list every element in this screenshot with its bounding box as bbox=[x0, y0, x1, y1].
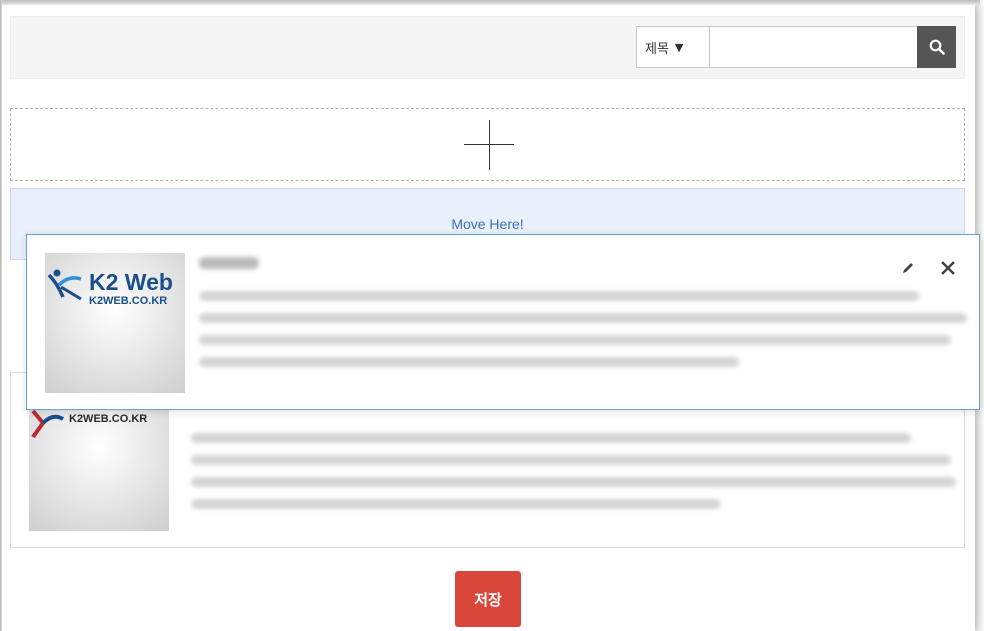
blurred-title bbox=[199, 257, 259, 269]
save-button[interactable]: 저장 bbox=[455, 571, 521, 627]
plus-icon-vertical bbox=[489, 120, 490, 170]
dropdown-arrow-icon: ▼ bbox=[674, 40, 684, 54]
item-thumbnail: K2WEB.CO.KR bbox=[29, 391, 169, 531]
pencil-icon bbox=[903, 263, 913, 273]
blurred-text-line bbox=[199, 335, 951, 345]
blurred-text-line bbox=[191, 455, 951, 465]
window-left-edge bbox=[0, 0, 2, 631]
k2-logo-mark-icon bbox=[31, 409, 65, 439]
blurred-text-line bbox=[199, 313, 967, 323]
blurred-text-line bbox=[191, 499, 721, 509]
logo-subtitle: K2WEB.CO.KR bbox=[89, 295, 168, 307]
drop-placeholder-label: Move Here! bbox=[451, 216, 524, 232]
blurred-text-line bbox=[191, 433, 911, 443]
search-field-select[interactable]: 제목 ▼ bbox=[636, 26, 714, 68]
blurred-text-line bbox=[199, 357, 739, 367]
search-button[interactable] bbox=[917, 26, 956, 68]
magnifier-icon bbox=[929, 39, 945, 55]
delete-button[interactable] bbox=[937, 257, 959, 279]
dragging-list-item[interactable]: K2 Web K2WEB.CO.KR bbox=[26, 234, 980, 410]
k2-logo-mark-icon bbox=[47, 269, 82, 301]
logo-subtitle: K2WEB.CO.KR bbox=[69, 413, 148, 425]
search-bar: 제목 ▼ bbox=[10, 16, 965, 79]
search-input[interactable] bbox=[709, 26, 918, 68]
logo-title: K2 Web bbox=[89, 269, 173, 295]
close-icon bbox=[941, 261, 955, 275]
blurred-text-line bbox=[191, 477, 956, 487]
item-thumbnail: K2 Web K2WEB.CO.KR bbox=[45, 253, 185, 393]
window-top-edge bbox=[0, 0, 980, 5]
blurred-text-line bbox=[199, 291, 919, 301]
search-field-select-value: 제목 bbox=[645, 41, 669, 57]
add-item-zone[interactable] bbox=[10, 108, 965, 181]
edit-button[interactable] bbox=[899, 259, 917, 277]
